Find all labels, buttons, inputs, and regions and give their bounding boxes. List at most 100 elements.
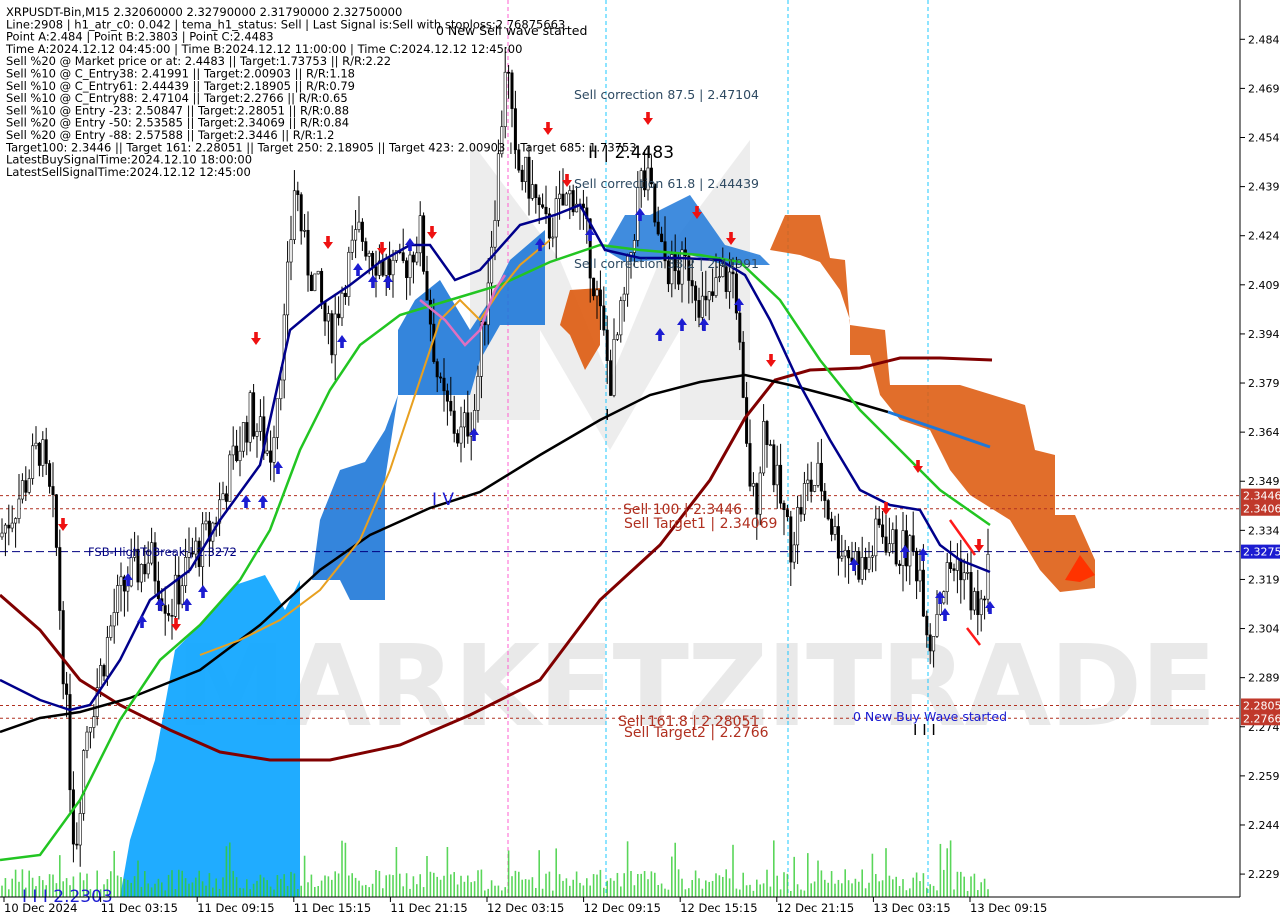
candle-body bbox=[962, 572, 966, 581]
candle-body bbox=[360, 221, 364, 242]
candle-body bbox=[462, 412, 466, 428]
candle-body bbox=[116, 585, 120, 613]
candle-body bbox=[938, 602, 942, 615]
candle-body bbox=[772, 444, 776, 486]
candle-body bbox=[544, 206, 548, 215]
candle-body bbox=[751, 483, 755, 487]
price-chart[interactable]: MARKETZITRADE 0 New Sell wave started Se… bbox=[0, 0, 1280, 920]
candle-body bbox=[493, 220, 497, 248]
candle-body bbox=[612, 339, 616, 396]
candle-body bbox=[408, 254, 412, 279]
candle-body bbox=[146, 562, 150, 575]
x-tick-label: 13 Dec 09:15 bbox=[970, 901, 1047, 915]
candle-body bbox=[170, 615, 174, 617]
price-level-tag-label: 2.3446 bbox=[1243, 490, 1280, 503]
candle-body bbox=[354, 229, 358, 241]
candle-body bbox=[323, 302, 327, 322]
y-tick-label: 2.364 bbox=[1248, 426, 1280, 439]
price-level-tag-label: 2.2805 bbox=[1243, 699, 1280, 712]
candle-body bbox=[558, 193, 562, 199]
candle-body bbox=[228, 454, 232, 502]
candle-body bbox=[418, 215, 422, 254]
candle-body bbox=[677, 270, 681, 285]
candle-body bbox=[860, 557, 864, 580]
candle-body bbox=[129, 557, 133, 587]
candle-body bbox=[31, 445, 35, 479]
y-tick-label: 2.259 bbox=[1248, 770, 1280, 783]
candle-body bbox=[874, 518, 878, 557]
x-tick-label: 11 Dec 15:15 bbox=[294, 901, 371, 915]
candle-body bbox=[602, 305, 606, 331]
candle-body bbox=[690, 280, 694, 287]
candle-body bbox=[364, 241, 368, 257]
candle-body bbox=[833, 526, 837, 535]
candle-body bbox=[445, 390, 449, 402]
candle-body bbox=[881, 524, 885, 538]
candle-body bbox=[847, 550, 851, 559]
candle-body bbox=[520, 169, 524, 182]
candle-body bbox=[88, 727, 92, 733]
sell-target2-label: Sell Target2 | 2.2766 bbox=[624, 725, 769, 741]
candle-body bbox=[442, 377, 446, 392]
candle-body bbox=[7, 524, 11, 529]
candle-body bbox=[330, 313, 334, 356]
time-axis: 10 Dec 2024 11 Dec 03:15 11 Dec 09:15 11 De… bbox=[0, 896, 1240, 915]
candle-body bbox=[401, 252, 405, 261]
candle-body bbox=[112, 612, 116, 627]
candle-body bbox=[551, 236, 555, 239]
candle-body bbox=[48, 463, 52, 487]
candle-body bbox=[10, 522, 14, 529]
sell-target1-label: Sell Target1 | 2.34069 bbox=[624, 516, 777, 532]
candle-body bbox=[894, 529, 898, 565]
candle-body bbox=[925, 615, 929, 636]
candle-body bbox=[496, 153, 500, 221]
price-level-tag-label: 2.3275 bbox=[1243, 546, 1280, 559]
x-tick-label: 10 Dec 2024 bbox=[4, 901, 77, 915]
candle-body bbox=[391, 259, 395, 276]
y-tick-label: 2.229 bbox=[1248, 868, 1280, 881]
y-tick-label: 2.484 bbox=[1248, 33, 1280, 46]
candle-body bbox=[745, 397, 749, 444]
candle-body bbox=[58, 547, 62, 611]
candle-body bbox=[265, 450, 269, 454]
candle-body bbox=[785, 509, 789, 518]
candle-body bbox=[660, 233, 664, 242]
candle-body bbox=[955, 558, 959, 571]
candle-body bbox=[456, 433, 460, 444]
candle-body bbox=[65, 683, 69, 695]
candle-body bbox=[615, 334, 619, 340]
chart-root: MARKETZITRADE 0 New Sell wave started Se… bbox=[0, 0, 1280, 920]
candle-body bbox=[717, 276, 721, 278]
y-tick-label: 2.244 bbox=[1248, 819, 1280, 832]
candle-body bbox=[333, 313, 337, 356]
candle-body bbox=[976, 591, 980, 616]
sell-correction-875-label: Sell correction 87.5 | 2.47104 bbox=[574, 87, 759, 102]
candle-body bbox=[765, 421, 769, 445]
candle-body bbox=[877, 518, 881, 526]
candle-body bbox=[530, 184, 534, 199]
candle-body bbox=[231, 445, 235, 456]
candle-body bbox=[221, 493, 225, 501]
candle-body bbox=[568, 190, 572, 195]
candle-body bbox=[75, 843, 79, 846]
candle-body bbox=[867, 556, 871, 570]
y-tick-label: 2.379 bbox=[1248, 377, 1280, 390]
candle-body bbox=[694, 285, 698, 301]
candle-body bbox=[92, 716, 96, 728]
candle-body bbox=[306, 229, 310, 276]
candle-body bbox=[758, 472, 762, 515]
x-tick-label: 12 Dec 21:15 bbox=[777, 901, 854, 915]
candle-body bbox=[945, 562, 949, 592]
candle-body bbox=[289, 239, 293, 263]
candle-body bbox=[119, 576, 123, 586]
candle-body bbox=[156, 580, 160, 599]
candle-body bbox=[109, 625, 113, 638]
candle-body bbox=[959, 558, 963, 581]
y-tick-label: 2.334 bbox=[1248, 524, 1280, 537]
wave-iii-label: I I I bbox=[913, 721, 936, 739]
candle-body bbox=[286, 261, 290, 316]
candle-body bbox=[779, 464, 783, 504]
candle-body bbox=[54, 494, 58, 548]
candle-body bbox=[843, 550, 847, 557]
candle-body bbox=[768, 444, 772, 446]
